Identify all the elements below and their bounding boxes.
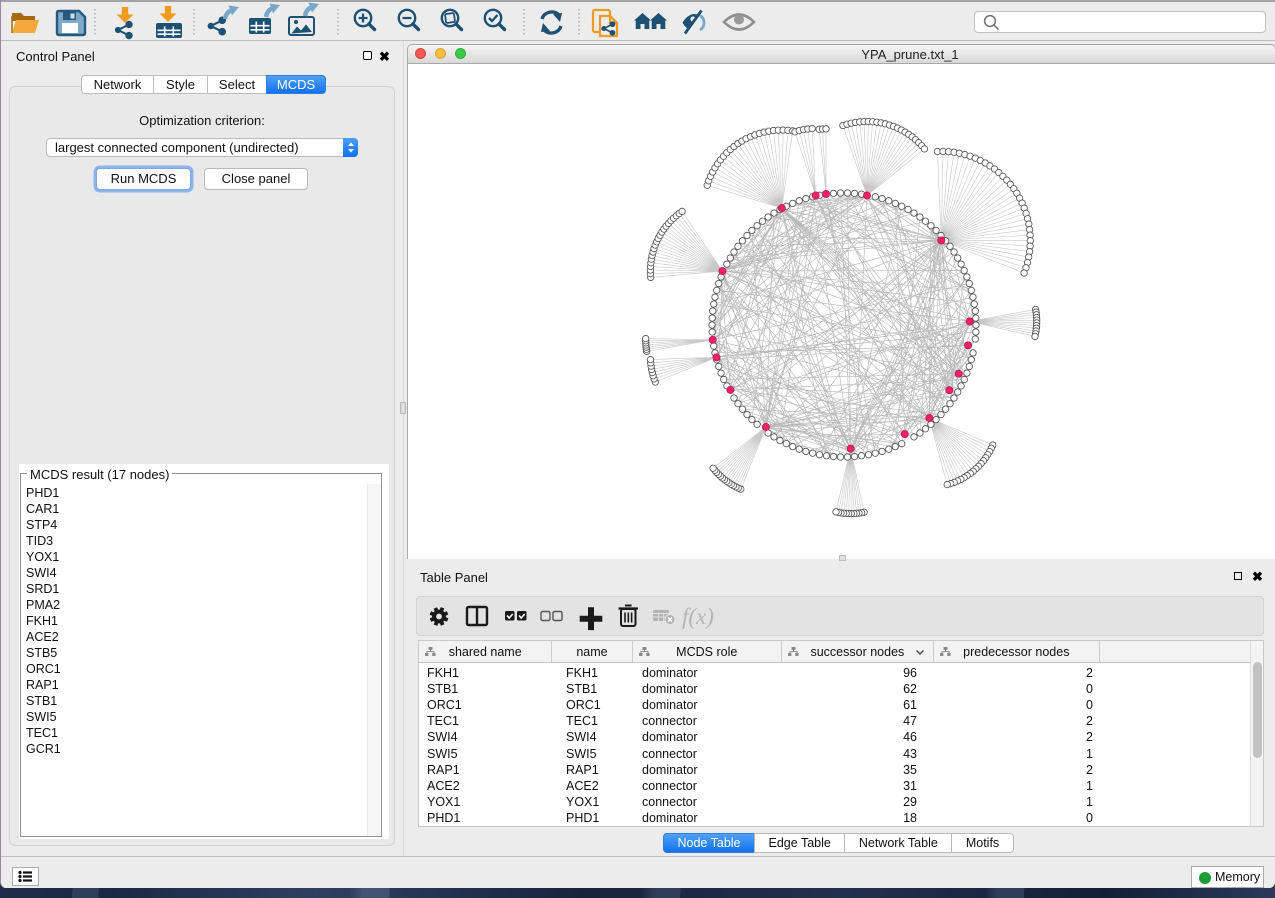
svg-text:f(x): f(x) (682, 604, 714, 629)
